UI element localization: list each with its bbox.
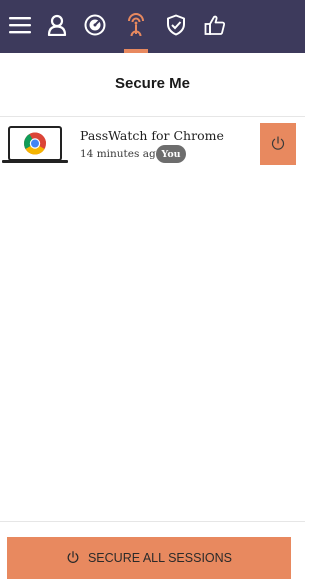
power-icon	[270, 135, 286, 154]
shield-check-icon[interactable]	[164, 11, 188, 39]
session-name: PassWatch for Chrome	[80, 128, 224, 143]
page-title: Secure Me	[114, 75, 191, 92]
session-time: 14 minutes ago	[80, 148, 163, 160]
thumbs-up-icon[interactable]	[203, 11, 227, 39]
active-tab-indicator	[124, 49, 148, 53]
gauge-icon[interactable]	[83, 11, 107, 39]
secure-all-label: SECURE ALL SESSIONS	[87, 551, 233, 565]
end-session-button[interactable]	[260, 123, 296, 165]
you-badge: You	[156, 145, 186, 163]
session-row: PassWatch for Chrome 14 minutes ago You	[0, 117, 305, 173]
hamburger-menu-icon[interactable]	[8, 11, 32, 39]
signal-tower-icon[interactable]	[124, 11, 148, 39]
user-icon[interactable]	[45, 11, 69, 39]
power-icon	[66, 550, 80, 567]
top-navigation-bar	[0, 0, 305, 53]
secure-all-sessions-button[interactable]: SECURE ALL SESSIONS	[7, 537, 291, 579]
laptop-chrome-icon	[2, 125, 68, 165]
divider	[0, 521, 305, 522]
